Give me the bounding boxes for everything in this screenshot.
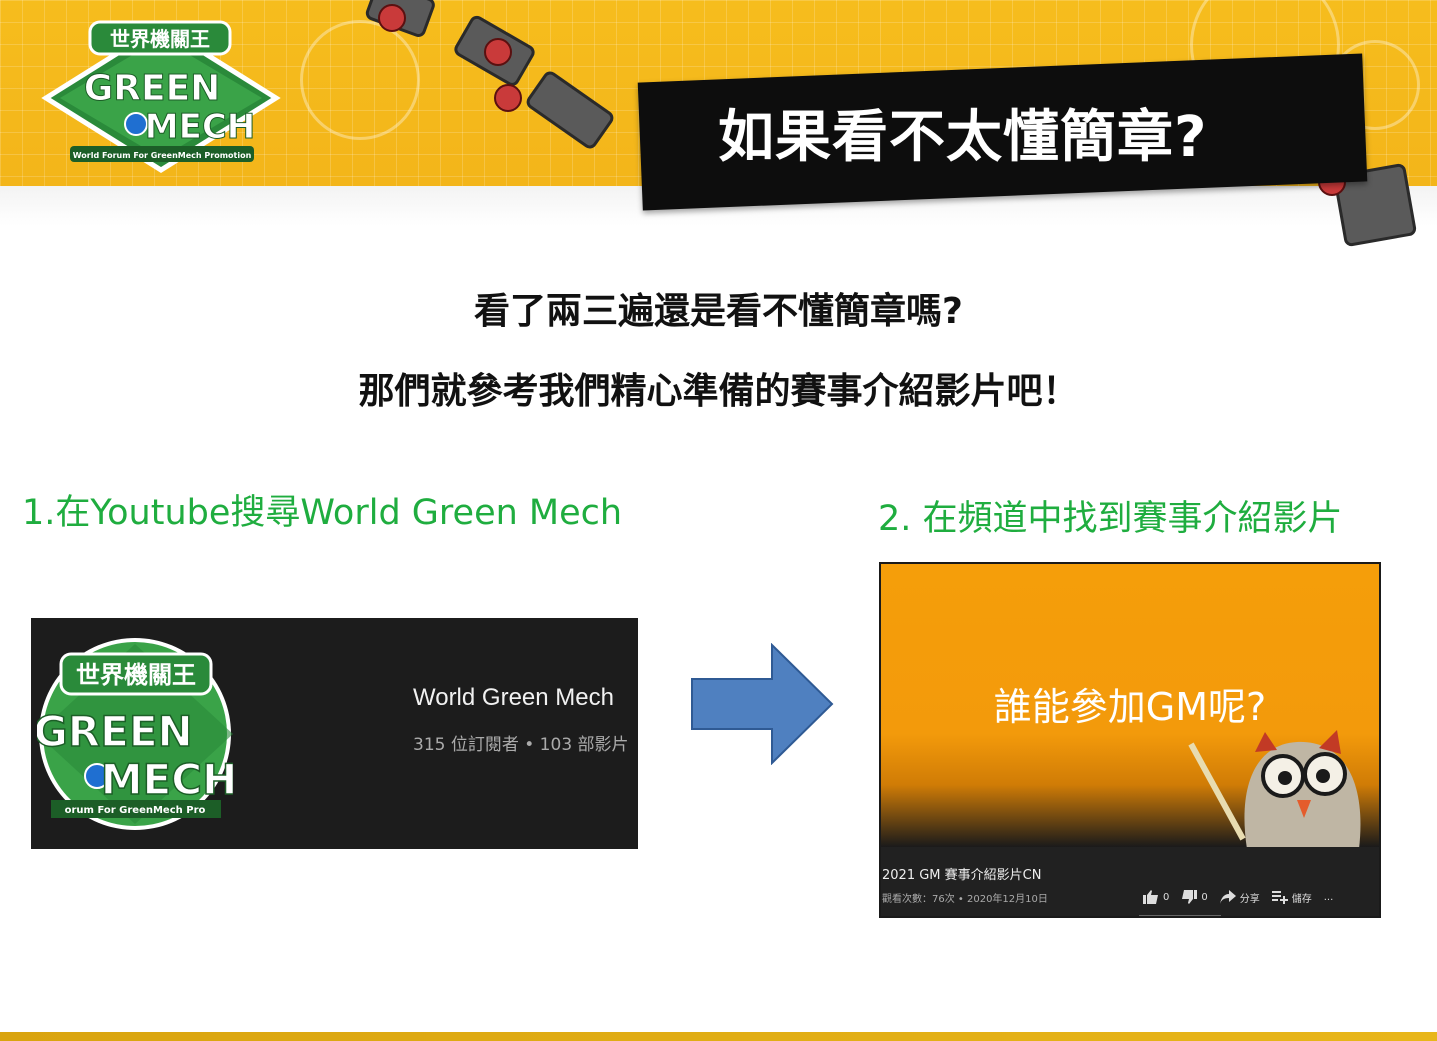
share-button[interactable]: 分享 (1219, 890, 1260, 905)
video-overlay-title: 誰能參加GM呢? (993, 685, 1267, 729)
step-1-label: 1.在Youtube搜尋World Green Mech (22, 493, 623, 533)
avatar-sub-text: orum For GreenMech Pro (65, 805, 206, 816)
right-arrow-icon (691, 643, 834, 765)
avatar-main-text-2: MECH (101, 755, 233, 804)
more-actions-button[interactable]: ... (1324, 892, 1334, 903)
dislike-button[interactable]: 0 (1181, 890, 1208, 904)
more-icon: ... (1323, 891, 1334, 903)
logo-top-text: 世界機關王 (110, 27, 210, 51)
avatar-main-text: GREEN (37, 707, 193, 756)
logo-main-text: GREEN (84, 68, 221, 109)
share-label: 分享 (1239, 893, 1260, 905)
video-actions: 0 0 分享 儲存 ... (1143, 887, 1333, 907)
video-player-card[interactable]: 誰能參加GM呢? 2021 GM 賽事介紹影片CN 觀看次數：76次 • 202… (879, 562, 1381, 918)
save-button[interactable]: 儲存 (1271, 890, 1312, 905)
greenmech-logo: 世界機關王 GREEN MECH World Forum For GreenMe… (41, 20, 281, 173)
sentiment-bar (1139, 915, 1221, 916)
youtube-channel-card[interactable]: 世界機關王 GREEN MECH orum For GreenMech Pro … (31, 618, 638, 849)
intro-line-2: 那們就參考我們精心準備的賽事介紹影片吧！ (358, 371, 1079, 412)
channel-name[interactable]: World Green Mech (413, 684, 614, 712)
channel-avatar[interactable]: 世界機關王 GREEN MECH orum For GreenMech Pro (37, 636, 233, 832)
video-thumbnail[interactable]: 誰能參加GM呢? (881, 564, 1379, 849)
video-meta: 觀看次數：76次 • 2020年12月10日 (882, 894, 1048, 905)
like-button[interactable]: 0 (1143, 890, 1169, 904)
dislike-count: 0 (1201, 891, 1208, 903)
logo-main-text-2: MECH (145, 107, 255, 147)
step-2-label: 2. 在頻道中找到賽事介紹影片 (878, 499, 1343, 539)
like-count: 0 (1163, 891, 1170, 903)
video-info-bar: 2021 GM 賽事介紹影片CN 觀看次數：76次 • 2020年12月10日 … (881, 847, 1379, 916)
avatar-top-text: 世界機關王 (76, 661, 196, 689)
channel-stats: 315 位訂閱者 • 103 部影片 (413, 735, 629, 755)
playlist-add-icon (1271, 891, 1288, 904)
share-icon (1219, 890, 1236, 904)
footer-line (0, 1032, 1437, 1041)
thumbs-down-icon (1182, 890, 1198, 904)
page-title: 如果看不太懂簡章? (718, 105, 1208, 170)
save-label: 儲存 (1291, 893, 1312, 905)
owl-mascot-illustration (1188, 730, 1361, 849)
thumbs-up-icon (1143, 890, 1158, 904)
video-title[interactable]: 2021 GM 賽事介紹影片CN (882, 864, 1041, 883)
intro-line-1: 看了兩三遍還是看不懂簡章嗎? (474, 291, 963, 332)
logo-sub-text: World Forum For GreenMech Promotion (73, 151, 252, 160)
